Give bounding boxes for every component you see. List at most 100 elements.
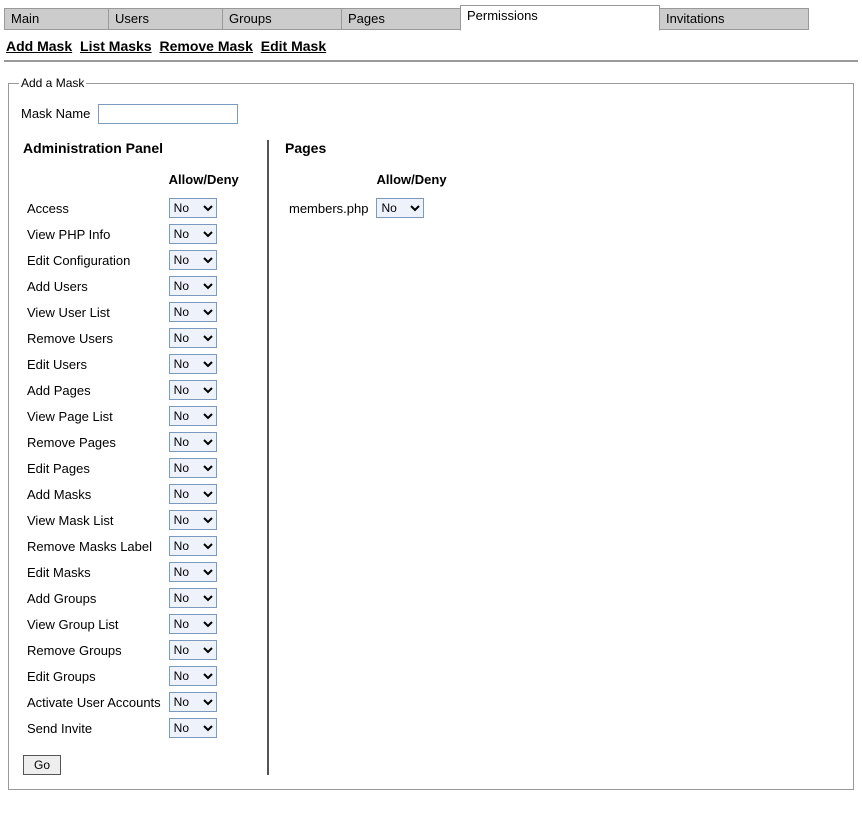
permission-select-cell: No [165,611,243,637]
permission-label: Edit Masks [23,559,165,585]
permission-label: Activate User Accounts [23,689,165,715]
admin-permission-select[interactable]: No [169,718,217,738]
go-button[interactable]: Go [23,755,61,775]
permission-row: Edit PagesNo [23,455,243,481]
permission-row: View User ListNo [23,299,243,325]
permission-label: members.php [285,195,372,221]
permission-row: Remove PagesNo [23,429,243,455]
permission-label: Remove Pages [23,429,165,455]
add-mask-fieldset: Add a Mask Mask Name Administration Pane… [8,76,854,790]
tab-label: Users [115,11,149,26]
tab-label: Groups [229,11,272,26]
admin-permission-select[interactable]: No [169,198,217,218]
permission-label: View Page List [23,403,165,429]
tab-pages[interactable]: Pages [341,8,461,30]
permission-select-cell: No [372,195,450,221]
permission-select-cell: No [165,377,243,403]
permission-label: Add Groups [23,585,165,611]
subnav-add-mask[interactable]: Add Mask [6,38,72,54]
page-permission-select[interactable]: No [376,198,424,218]
permission-select-cell: No [165,689,243,715]
permission-row: Activate User AccountsNo [23,689,243,715]
admin-permissions-table: Allow/Deny AccessNoView PHP InfoNoEdit C… [23,170,243,741]
permission-row: Remove Masks LabelNo [23,533,243,559]
tab-users[interactable]: Users [108,8,223,30]
permission-select-cell: No [165,533,243,559]
admin-permission-select[interactable]: No [169,224,217,244]
admin-permission-select[interactable]: No [169,484,217,504]
permission-select-cell: No [165,351,243,377]
admin-permission-select[interactable]: No [169,354,217,374]
tab-label: Invitations [666,11,725,26]
permission-select-cell: No [165,455,243,481]
admin-permission-select[interactable]: No [169,432,217,452]
allow-deny-header: Allow/Deny [372,170,450,195]
tab-main[interactable]: Main [4,8,109,30]
permission-select-cell: No [165,299,243,325]
permission-select-cell: No [165,325,243,351]
permission-label: Add Users [23,273,165,299]
admin-permission-select[interactable]: No [169,536,217,556]
tab-invitations[interactable]: Invitations [659,8,809,30]
permission-select-cell: No [165,559,243,585]
admin-permission-select[interactable]: No [169,562,217,582]
permission-select-cell: No [165,195,243,221]
tab-groups[interactable]: Groups [222,8,342,30]
permission-label: Add Pages [23,377,165,403]
admin-permission-select[interactable]: No [169,250,217,270]
permission-label: View PHP Info [23,221,165,247]
permission-label: Add Masks [23,481,165,507]
permission-select-cell: No [165,637,243,663]
admin-permission-select[interactable]: No [169,510,217,530]
subnav-edit-mask[interactable]: Edit Mask [261,38,326,54]
permission-row: Remove GroupsNo [23,637,243,663]
permission-row: Add GroupsNo [23,585,243,611]
permission-row: View Page ListNo [23,403,243,429]
admin-panel-column: Administration Panel Allow/Deny AccessNo… [19,140,269,775]
permission-row: Add PagesNo [23,377,243,403]
tab-label: Permissions [467,8,538,23]
subnav-remove-mask[interactable]: Remove Mask [160,38,253,54]
subnav: Add Mask List Masks Remove Mask Edit Mas… [4,30,858,62]
pages-permissions-table: Allow/Deny members.phpNo [285,170,451,221]
permission-select-cell: No [165,663,243,689]
mask-name-input[interactable] [98,104,238,124]
permission-select-cell: No [165,273,243,299]
permission-row: Remove UsersNo [23,325,243,351]
permission-row: Add UsersNo [23,273,243,299]
admin-permission-select[interactable]: No [169,276,217,296]
permission-label: Edit Pages [23,455,165,481]
permission-row: Edit GroupsNo [23,663,243,689]
mask-name-row: Mask Name [21,104,843,124]
tab-label: Pages [348,11,385,26]
permission-row: Edit UsersNo [23,351,243,377]
permission-label: View Mask List [23,507,165,533]
permission-label: Remove Users [23,325,165,351]
admin-permission-select[interactable]: No [169,380,217,400]
admin-permission-select[interactable]: No [169,640,217,660]
tab-permissions[interactable]: Permissions [460,5,660,31]
pages-panel-column: Pages Allow/Deny members.phpNo [269,140,467,775]
subnav-list-masks[interactable]: List Masks [80,38,152,54]
permission-label: Remove Groups [23,637,165,663]
permission-row: members.phpNo [285,195,451,221]
permission-row: View Mask ListNo [23,507,243,533]
permission-label: Remove Masks Label [23,533,165,559]
admin-permission-select[interactable]: No [169,588,217,608]
admin-permission-select[interactable]: No [169,458,217,478]
admin-permission-select[interactable]: No [169,302,217,322]
permission-label: Edit Configuration [23,247,165,273]
fieldset-legend: Add a Mask [19,76,86,90]
permission-select-cell: No [165,481,243,507]
permission-select-cell: No [165,403,243,429]
permission-select-cell: No [165,429,243,455]
admin-permission-select[interactable]: No [169,328,217,348]
admin-permission-select[interactable]: No [169,666,217,686]
admin-permission-select[interactable]: No [169,406,217,426]
admin-permission-select[interactable]: No [169,692,217,712]
permission-row: Add MasksNo [23,481,243,507]
permission-label: Edit Users [23,351,165,377]
admin-permission-select[interactable]: No [169,614,217,634]
tab-label: Main [11,11,39,26]
tab-bar: Main Users Groups Pages Permissions Invi… [4,4,858,30]
